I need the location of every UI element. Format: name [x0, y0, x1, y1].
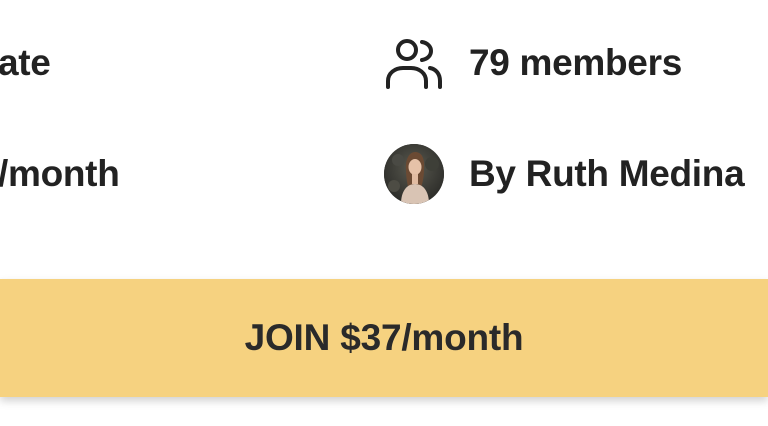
join-button-label: JOIN $37/month	[244, 317, 524, 358]
join-button[interactable]: JOIN $37/month	[0, 279, 768, 397]
avatar[interactable]	[384, 144, 444, 204]
members-count-label: 79 members	[469, 42, 682, 83]
info-row-price-owner: /month By Ruth Medina	[0, 144, 768, 204]
group-info-card: ate 79 members /month By Ruth Medina JOI…	[0, 0, 768, 426]
info-row-privacy-members: ate 79 members	[0, 33, 768, 93]
members-icon	[384, 33, 444, 93]
privacy-label: ate	[0, 42, 51, 83]
members-count: 79 members	[384, 33, 682, 93]
owner-name[interactable]: By Ruth Medina	[469, 153, 745, 195]
price-label: /month	[0, 153, 120, 194]
owner-info[interactable]: By Ruth Medina	[384, 144, 745, 204]
